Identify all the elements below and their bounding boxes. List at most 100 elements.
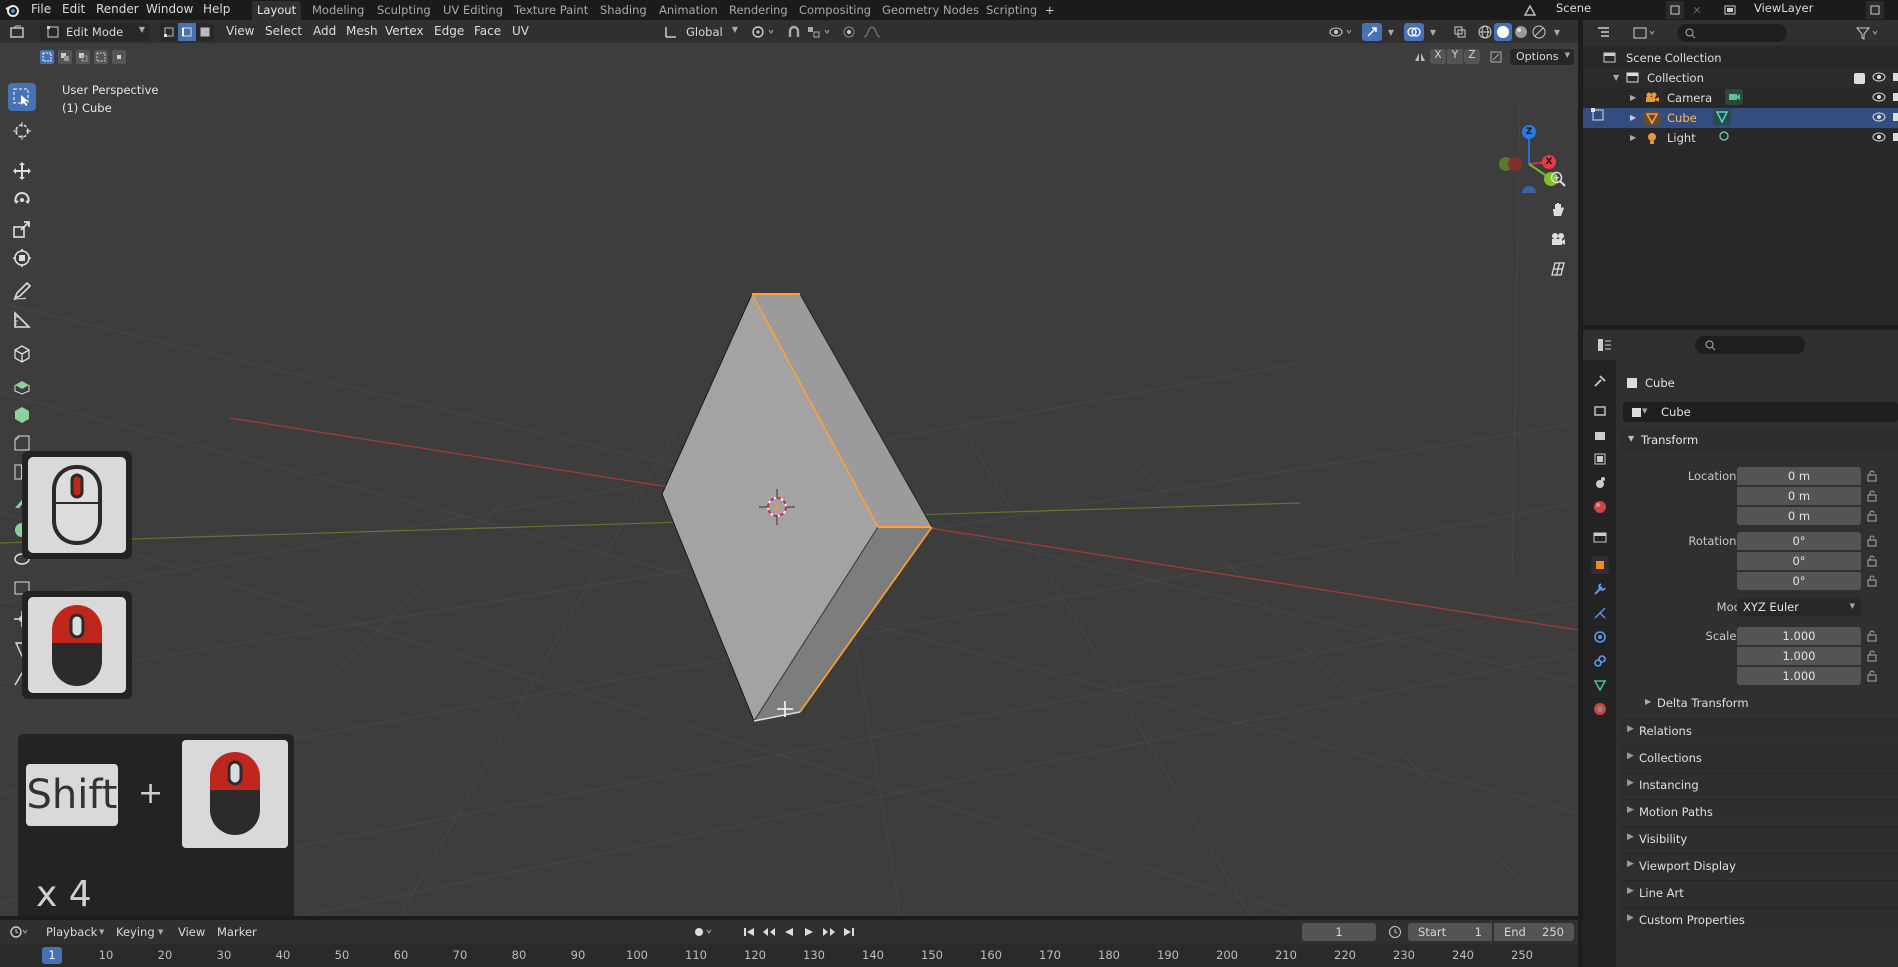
timeline-ruler[interactable]: 1 10 20 30 40 50 60 70 80 90 100 110 120 130 140 150 160… (0, 944, 1578, 967)
select-box-mode-icon[interactable] (40, 50, 54, 64)
mirror-y-toggle[interactable]: Y (1447, 49, 1463, 64)
transform-panel-header[interactable]: ▼ Transform (1621, 428, 1898, 452)
tab-texture-paint[interactable]: Texture Paint (509, 1, 593, 20)
face-select-icon[interactable] (196, 23, 214, 41)
tab-modeling[interactable]: Modeling (307, 1, 369, 20)
display-mode-icon[interactable] (1631, 24, 1659, 42)
object-tab-icon[interactable] (1591, 556, 1609, 574)
light-data-icon[interactable] (1716, 129, 1732, 145)
current-frame-field[interactable]: 1 (1302, 923, 1376, 941)
scene-icon[interactable] (1522, 2, 1538, 18)
camera-data-icon[interactable] (1725, 89, 1743, 105)
scale-x-field[interactable]: 1.000 (1737, 627, 1861, 645)
world-tab-icon[interactable] (1591, 498, 1609, 516)
outliner-search-input[interactable] (1677, 24, 1787, 42)
jump-keyframe-forward-icon[interactable] (820, 924, 838, 940)
outliner-row-cube[interactable]: ▶ Cube (1583, 108, 1898, 128)
menu-window[interactable]: Window (146, 2, 193, 16)
tool-extrude[interactable] (8, 371, 36, 399)
lock-icon[interactable] (1867, 535, 1877, 550)
output-tab-icon[interactable] (1591, 426, 1609, 444)
collections-panel[interactable]: ▶ Collections (1621, 745, 1898, 769)
rotation-z-field[interactable]: 0° (1737, 572, 1861, 590)
lock-icon[interactable] (1867, 555, 1877, 570)
tool-annotate[interactable] (8, 277, 36, 305)
material-tab-icon[interactable] (1591, 700, 1609, 718)
lock-icon[interactable] (1867, 670, 1877, 685)
constraints-tab-icon[interactable] (1591, 652, 1609, 670)
chevron-down-icon[interactable]: ▼ (1550, 23, 1564, 41)
visibility-panel[interactable]: ▶ Visibility (1621, 826, 1898, 850)
rotation-y-field[interactable]: 0° (1737, 552, 1861, 570)
rotation-mode-dropdown[interactable]: XYZ Euler ▼ (1737, 598, 1861, 616)
ortho-grid-icon[interactable] (1548, 259, 1568, 279)
orientation-selector[interactable]: Global ▼ (680, 23, 740, 41)
tool-select-box[interactable] (8, 83, 36, 111)
scene-selector[interactable]: Scene (1556, 1, 1591, 15)
tab-layout[interactable]: Layout (252, 1, 302, 20)
select-invert-icon[interactable] (94, 50, 108, 64)
tool-scale[interactable] (8, 215, 36, 243)
pivot-point-icon[interactable] (748, 23, 778, 41)
instancing-panel[interactable]: ▶ Instancing (1621, 772, 1898, 796)
timeline-editor-icon[interactable] (6, 923, 32, 941)
tab-geometry-nodes[interactable]: Geometry Nodes (877, 1, 984, 20)
object-name-field[interactable]: ▼ Cube (1623, 402, 1898, 422)
edge-select-icon[interactable] (178, 23, 196, 41)
scale-y-field[interactable]: 1.000 (1737, 647, 1861, 665)
start-frame-field[interactable]: Start 1 (1408, 923, 1492, 941)
play-icon[interactable] (800, 924, 818, 940)
select-subtract-icon[interactable] (76, 50, 90, 64)
mirror-x-toggle[interactable]: X (1430, 49, 1446, 64)
eye-icon[interactable] (1872, 131, 1886, 146)
render-tab-icon[interactable] (1591, 402, 1609, 420)
menu-render[interactable]: Render (96, 2, 139, 16)
auto-merge-icon[interactable] (1488, 49, 1504, 64)
lock-icon[interactable] (1867, 510, 1877, 525)
collection-tab-icon[interactable] (1591, 528, 1609, 546)
gizmo-x-axis[interactable]: X (1542, 155, 1556, 169)
editor-type-icon[interactable] (6, 23, 30, 40)
snap-icon[interactable] (784, 23, 804, 41)
options-dropdown[interactable]: Options ▼ (1510, 49, 1574, 65)
shading-material-icon[interactable] (1512, 23, 1530, 41)
expand-right-icon[interactable]: ▶ (1630, 93, 1636, 102)
tool-cursor[interactable] (8, 117, 36, 145)
line-art-panel[interactable]: ▶ Line Art (1621, 880, 1898, 904)
jump-end-icon[interactable] (840, 924, 858, 940)
view-layer-tab-icon[interactable] (1591, 450, 1609, 468)
properties-search-input[interactable] (1695, 336, 1805, 354)
tab-compositing[interactable]: Compositing (794, 1, 876, 20)
lock-icon[interactable] (1867, 650, 1877, 665)
expand-right-icon[interactable]: ▶ (1630, 133, 1636, 142)
location-y-field[interactable]: 0 m (1737, 487, 1861, 505)
clock-icon[interactable] (1386, 924, 1404, 940)
eye-icon[interactable] (1872, 91, 1886, 106)
eye-icon[interactable] (1872, 71, 1886, 86)
camera-render-icon[interactable] (1892, 71, 1898, 86)
tool-rotate[interactable] (8, 186, 36, 214)
gizmo-toggle-icon[interactable] (1362, 23, 1382, 41)
scale-z-field[interactable]: 1.000 (1737, 667, 1861, 685)
eye-icon[interactable] (1872, 111, 1886, 126)
menu-file[interactable]: File (31, 2, 51, 16)
tab-scripting[interactable]: Scripting (981, 1, 1042, 20)
visibility-filter-icon[interactable] (1326, 23, 1356, 41)
chevron-down-icon[interactable]: ▼ (1384, 23, 1398, 41)
gizmo-z-axis[interactable]: Z (1522, 125, 1536, 139)
camera-view-icon[interactable] (1548, 229, 1568, 249)
menu-marker[interactable]: Marker (217, 925, 257, 939)
blender-logo-icon[interactable] (4, 2, 20, 18)
menu-face[interactable]: Face (474, 24, 501, 38)
pan-hand-icon[interactable] (1548, 199, 1568, 219)
xray-toggle-icon[interactable] (1450, 23, 1470, 41)
tool-transform[interactable] (8, 244, 36, 272)
outliner-editor-icon[interactable] (1593, 24, 1617, 42)
physics-tab-icon[interactable] (1591, 628, 1609, 646)
location-z-field[interactable]: 0 m (1737, 507, 1861, 525)
record-icon[interactable] (692, 924, 716, 940)
zoom-icon[interactable] (1548, 169, 1568, 189)
outliner-row-camera[interactable]: ▶ Camera (1583, 88, 1898, 108)
tool-tab-icon[interactable] (1591, 372, 1609, 390)
view-layer-icon[interactable] (1720, 1, 1740, 19)
